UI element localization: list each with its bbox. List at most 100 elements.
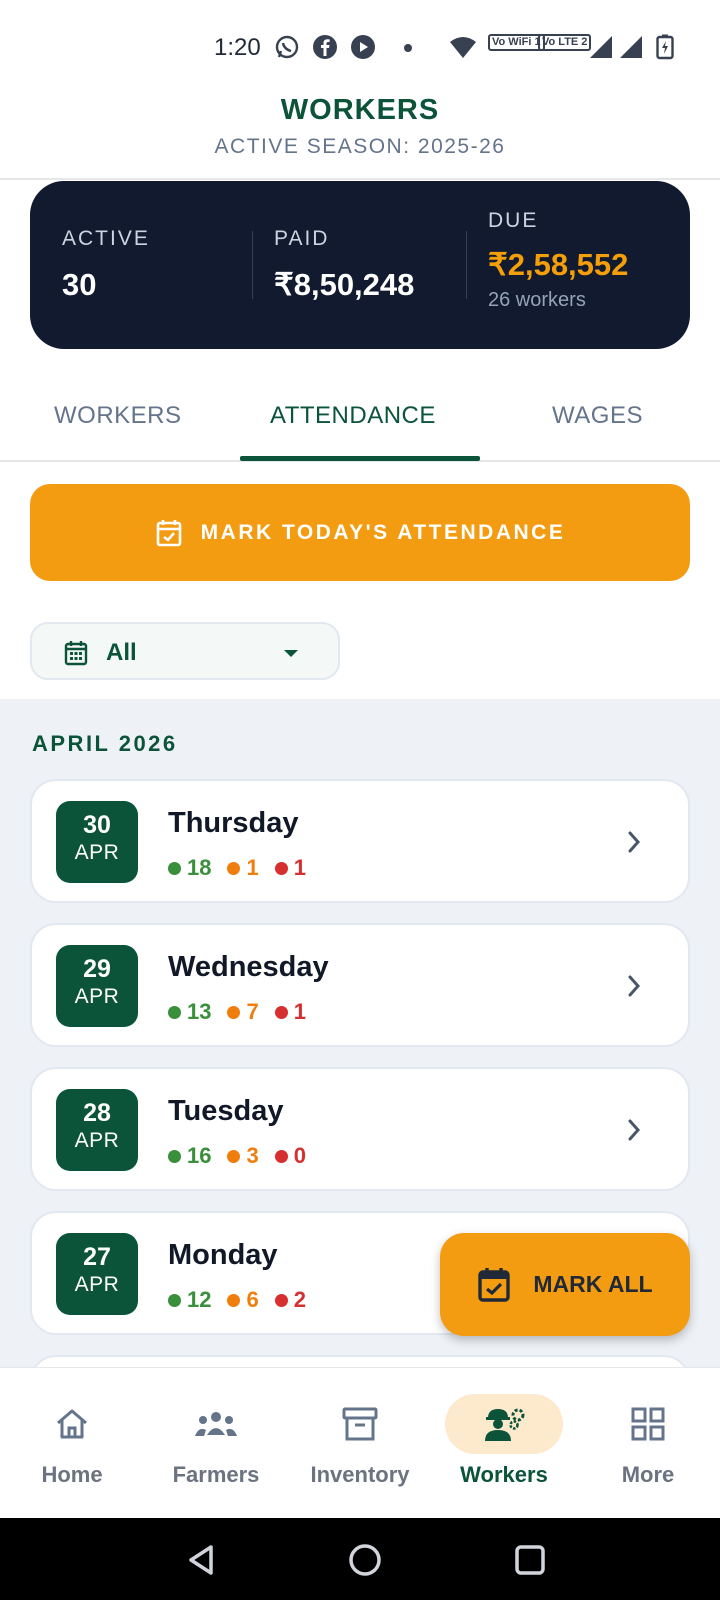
nav-icon-container	[445, 1394, 563, 1454]
present-count: 13	[168, 999, 211, 1025]
half-day-dot-icon	[227, 861, 241, 875]
absent-dot-icon	[274, 1293, 288, 1307]
nav-icon-container	[157, 1394, 275, 1454]
nav-home[interactable]: Home	[0, 1368, 144, 1519]
tab-workers[interactable]: WORKERS	[54, 402, 182, 430]
tab-wages[interactable]: WAGES	[552, 402, 643, 430]
nav-icon-container	[301, 1394, 419, 1454]
summary-active-value: 30	[62, 267, 97, 302]
mark-all-fab[interactable]: MARK ALL	[440, 1233, 690, 1336]
attendance-day-card[interactable]: 29 APR Wednesday 13 7 1	[30, 923, 690, 1047]
absent-count: 2	[274, 1287, 306, 1313]
date-number: 29	[83, 955, 111, 983]
nav-more-label: More	[621, 1462, 675, 1487]
absent-value: 0	[293, 1143, 306, 1168]
summary-due-note: 26 workers	[488, 289, 586, 311]
absent-value: 2	[293, 1287, 306, 1312]
summary-divider	[252, 231, 253, 299]
page-title: WORKERS	[280, 94, 440, 126]
present-value: 16	[187, 1143, 212, 1168]
present-value: 18	[187, 855, 212, 880]
date-month: APR	[74, 1273, 120, 1296]
nav-inventory[interactable]: Inventory	[288, 1368, 432, 1519]
half-day-count: 1	[227, 855, 259, 881]
chevron-right-icon	[628, 975, 641, 997]
nav-more[interactable]: More	[576, 1368, 720, 1519]
summary-active: ACTIVE 30	[62, 227, 150, 303]
nav-farmers-label: Farmers	[172, 1462, 260, 1487]
date-number: 30	[83, 811, 111, 839]
dot-icon	[404, 44, 412, 52]
tab-bar: WORKERS ATTENDANCE WAGES	[0, 372, 720, 462]
nav-inventory-label: Inventory	[310, 1462, 410, 1487]
back-icon[interactable]	[186, 1544, 216, 1576]
half-day-value: 6	[246, 1287, 259, 1312]
present-value: 12	[187, 1287, 212, 1312]
date-filter-dropdown[interactable]: All	[30, 622, 340, 680]
absent-value: 1	[293, 855, 306, 880]
present-count: 18	[168, 855, 211, 881]
mark-button-label: MARK TODAY'S ATTENDANCE	[200, 520, 566, 544]
filter-selected-value: All	[106, 639, 137, 666]
nav-farmers[interactable]: Farmers	[144, 1368, 288, 1519]
summary-divider	[466, 231, 467, 299]
half-day-dot-icon	[227, 1005, 241, 1019]
status-time: 1:20	[214, 34, 261, 61]
nav-icon-container	[13, 1394, 131, 1454]
grid-icon	[631, 1407, 665, 1441]
nav-home-label: Home	[41, 1462, 103, 1487]
half-day-dot-icon	[227, 1293, 241, 1307]
nav-workers-label: Workers	[460, 1462, 548, 1487]
tab-attendance[interactable]: ATTENDANCE	[270, 402, 436, 430]
whatsapp-icon	[275, 35, 299, 59]
date-number: 28	[83, 1099, 111, 1127]
half-day-value: 7	[246, 999, 259, 1024]
attendance-day-card[interactable]: 28 APR Tuesday 16 3 0	[30, 1067, 690, 1191]
present-dot-icon	[168, 1149, 181, 1163]
date-month: APR	[74, 985, 120, 1008]
summary-paid-value: ₹8,50,248	[274, 267, 415, 302]
summary-active-label: ACTIVE	[62, 227, 150, 250]
present-count: 12	[168, 1287, 211, 1313]
absent-count: 1	[274, 999, 306, 1025]
date-badge: 28 APR	[56, 1089, 138, 1171]
attendance-day-card[interactable]	[30, 1355, 690, 1367]
mark-all-label: MARK ALL	[533, 1271, 653, 1297]
date-month: APR	[74, 1129, 120, 1152]
status-bar: 1:20 Vo WiFi 1 Vo LTE 2	[0, 0, 720, 96]
worker-gear-icon	[485, 1408, 525, 1441]
system-navigation-bar	[0, 1518, 720, 1600]
weekday-label: Monday	[168, 1239, 278, 1271]
home-circle-icon[interactable]	[348, 1543, 382, 1577]
signal-icon	[620, 36, 642, 58]
date-badge: 29 APR	[56, 945, 138, 1027]
chevron-right-icon	[628, 831, 641, 853]
weekday-label: Thursday	[168, 807, 299, 839]
attendance-counts: 18 1 1	[168, 855, 322, 881]
present-dot-icon	[168, 861, 181, 875]
summary-card: ACTIVE 30 PAID ₹8,50,248 DUE ₹2,58,552 2…	[30, 181, 690, 349]
summary-due-value: ₹2,58,552	[488, 247, 629, 282]
half-day-count: 3	[227, 1143, 259, 1169]
bottom-navigation: Home Farmers Inventory Workers More	[0, 1367, 720, 1518]
attendance-day-card[interactable]: 30 APR Thursday 18 1 1	[30, 779, 690, 903]
present-dot-icon	[168, 1005, 181, 1019]
date-badge: 30 APR	[56, 801, 138, 883]
vowifi-icon: Vo WiFi 1	[488, 34, 545, 51]
absent-count: 0	[274, 1143, 306, 1169]
half-day-value: 3	[246, 1143, 259, 1168]
absent-value: 1	[293, 999, 306, 1024]
date-month: APR	[74, 841, 120, 864]
recents-icon[interactable]	[514, 1544, 546, 1576]
weekday-label: Tuesday	[168, 1095, 284, 1127]
nav-workers[interactable]: Workers	[432, 1368, 576, 1519]
half-day-dot-icon	[227, 1149, 241, 1163]
archive-box-icon	[342, 1407, 378, 1441]
home-icon	[57, 1409, 87, 1439]
facebook-icon	[313, 35, 337, 59]
app-header: WORKERS ACTIVE SEASON: 2025-26	[0, 92, 720, 180]
mark-todays-attendance-button[interactable]: MARK TODAY'S ATTENDANCE	[30, 484, 690, 581]
half-day-count: 7	[227, 999, 259, 1025]
date-number: 27	[83, 1243, 111, 1271]
nav-icon-container	[589, 1394, 707, 1454]
